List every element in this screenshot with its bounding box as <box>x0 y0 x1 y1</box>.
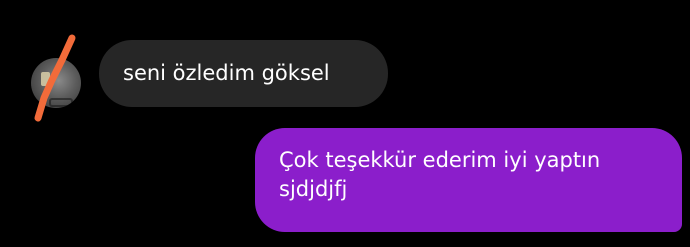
avatar-photo-detail <box>41 72 50 86</box>
avatar-photo-detail <box>49 98 73 107</box>
outgoing-message-line: sjdjdjfj <box>279 177 348 201</box>
outgoing-message-bubble[interactable]: Çok teşekkür ederim iyi yaptın sjdjdjfj <box>255 128 682 232</box>
chat-thread: seni özledim göksel Çok teşekkür ederim … <box>0 0 690 247</box>
incoming-message-text: seni özledim göksel <box>123 61 330 85</box>
incoming-message-bubble[interactable]: seni özledim göksel <box>99 40 388 107</box>
sender-avatar[interactable] <box>31 58 81 108</box>
outgoing-message-line: Çok teşekkür ederim iyi yaptın <box>279 148 601 172</box>
